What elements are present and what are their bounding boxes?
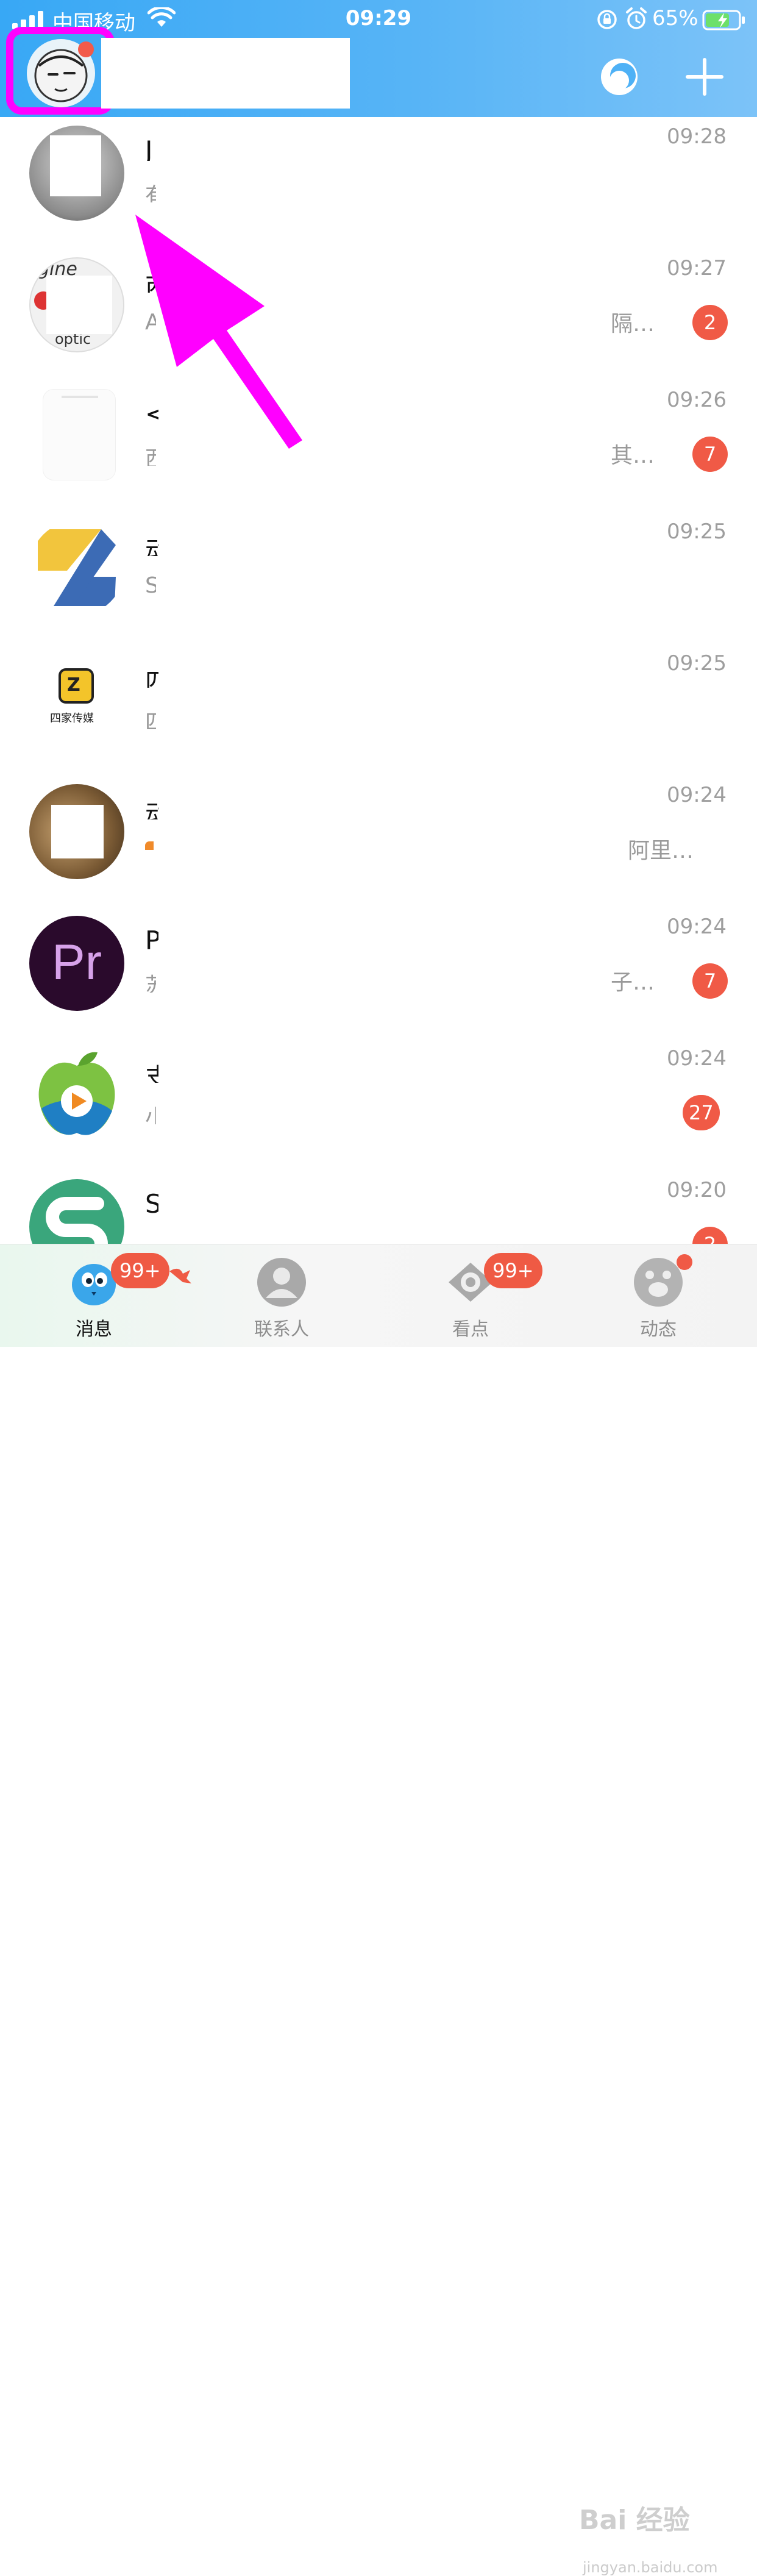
conversation-row[interactable]: 动 S 09:25 xyxy=(0,515,757,646)
conversation-row[interactable]: Z 四家传媒 四 四 09:25 xyxy=(0,646,757,778)
contact-avatar xyxy=(29,126,124,221)
message-preview-tail: 阿里… xyxy=(628,838,694,863)
battery-icon xyxy=(702,10,745,30)
apple-video-logo-icon xyxy=(38,1052,115,1135)
contact-name: < xyxy=(145,399,158,424)
tab-label: 看点 xyxy=(452,1319,489,1340)
tab-label: 消息 xyxy=(76,1319,112,1340)
contact-avatar xyxy=(29,1179,124,1244)
tab-label: 联系人 xyxy=(254,1319,309,1340)
tab-badge: 99+ xyxy=(111,1253,169,1288)
contacts-icon xyxy=(257,1258,306,1307)
preview-emoji-icon xyxy=(145,841,154,850)
contact-name: S xyxy=(145,1189,158,1215)
message-time: 09:25 xyxy=(667,651,727,676)
message-preview: 小 xyxy=(145,1100,156,1124)
message-preview: A xyxy=(145,310,156,334)
zhixing-logo-icon xyxy=(38,529,116,606)
message-time: 09:24 xyxy=(667,783,727,807)
contact-name: 支 xyxy=(145,1063,158,1083)
bottom-tab-bar: 消息 99+ 联系人 看点 99+ 动态 Bai 经验 jingyan.baid… xyxy=(0,1244,757,2576)
contact-avatar: gine optic xyxy=(29,257,124,352)
tab-contacts[interactable]: 联系人 xyxy=(221,1244,343,1347)
message-preview-tail: 子… xyxy=(611,970,655,995)
message-time: 09:26 xyxy=(667,388,727,412)
badge-tail-icon xyxy=(169,1268,191,1283)
unread-badge: 7 xyxy=(692,437,728,472)
avatar-highlight-box xyxy=(6,27,115,115)
contact-avatar: Pr xyxy=(29,916,124,1011)
message-preview: 四 xyxy=(145,705,156,729)
unread-badge: 2 xyxy=(692,305,728,340)
conversation-row[interactable]: < 西 09:26 其… 7 xyxy=(0,383,757,515)
contact-name: J xyxy=(145,135,153,161)
message-time: 09:24 xyxy=(667,915,727,939)
message-time: 09:28 xyxy=(667,124,727,149)
tab-messages[interactable]: 消息 99+ xyxy=(33,1244,191,1347)
message-preview-tail: 隔… xyxy=(611,312,655,337)
contact-name: 动 xyxy=(145,799,158,819)
username-redaction xyxy=(101,38,350,109)
rotation-lock-icon xyxy=(597,10,617,29)
tab-activity[interactable]: 动态 xyxy=(597,1244,719,1347)
watermark-url: jingyan.baidu.com xyxy=(583,2559,718,2576)
conversation-row[interactable]: S 09:20 2 xyxy=(0,1173,757,1244)
message-preview: S xyxy=(145,573,156,598)
contact-name: 动 xyxy=(145,536,158,556)
message-time: 09:25 xyxy=(667,519,727,544)
premiere-logo-text: Pr xyxy=(52,935,102,990)
conversation-row[interactable]: Pr P 苏 09:24 子… 7 xyxy=(0,910,757,1041)
message-time: 09:20 xyxy=(667,1178,727,1202)
message-preview-tail: 其… xyxy=(611,443,655,468)
contact-avatar xyxy=(29,1047,124,1143)
message-preview: 有 xyxy=(145,178,156,202)
status-bar: 中国移动 09:29 65% xyxy=(0,0,757,39)
paw-icon xyxy=(634,1258,683,1307)
s-logo-icon xyxy=(46,1197,108,1244)
conversation-row[interactable]: 动 09:24 阿里… xyxy=(0,778,757,910)
message-time: 09:24 xyxy=(667,1046,727,1071)
tab-label: 动态 xyxy=(640,1319,677,1340)
battery-percentage: 65% xyxy=(652,6,698,30)
app-header: 中国移动 09:29 65% xyxy=(0,0,757,117)
unread-badge: 7 xyxy=(692,963,728,999)
alarm-icon xyxy=(626,7,647,29)
contact-name: P xyxy=(145,926,158,951)
moon-icon[interactable] xyxy=(599,56,640,98)
tab-badge: 99+ xyxy=(484,1253,542,1288)
sijia-logo-text: 四家传媒 xyxy=(50,712,94,725)
contact-avatar: Z 四家传媒 xyxy=(29,652,124,747)
contact-name: 西 xyxy=(145,273,158,293)
unread-badge: 2 xyxy=(692,1227,728,1244)
conversation-row[interactable]: 支 小 09:24 27 xyxy=(0,1041,757,1173)
message-preview: 苏 xyxy=(145,968,156,993)
contact-avatar xyxy=(29,521,124,616)
plus-icon[interactable] xyxy=(684,56,725,98)
tab-notification-dot xyxy=(677,1254,692,1270)
contact-name: 四 xyxy=(145,668,158,688)
message-preview: 西 xyxy=(145,441,156,466)
contact-avatar xyxy=(43,389,116,480)
message-time: 09:27 xyxy=(667,256,727,280)
conversation-row[interactable]: J 有 09:28 xyxy=(0,120,757,251)
conversation-row[interactable]: gine optic 西 A 09:27 隔… 2 xyxy=(0,251,757,383)
tab-discover[interactable]: 看点 99+ xyxy=(410,1244,542,1347)
unread-badge: 27 xyxy=(683,1095,720,1130)
watermark: Bai 经验 xyxy=(579,2505,690,2536)
contact-avatar xyxy=(29,784,124,879)
